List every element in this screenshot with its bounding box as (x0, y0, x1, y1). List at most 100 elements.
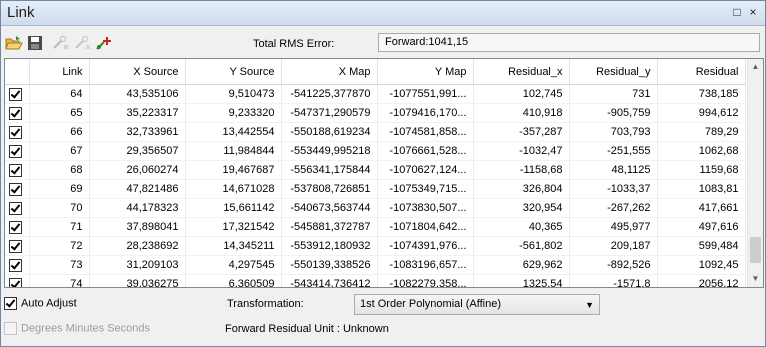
table-cell: -1075349,715... (377, 179, 474, 199)
column-header[interactable]: Residual_x (473, 59, 570, 85)
table-row[interactable]: 74 39,036275 6,360509 -543414,736412 -108227… (5, 274, 746, 287)
table-cell: 14,345211 (185, 236, 282, 256)
row-checkbox[interactable] (9, 201, 22, 215)
column-header[interactable]: Y Source (185, 59, 282, 85)
table-cell: 703,793 (569, 122, 658, 142)
table-cell: 4,297545 (185, 255, 282, 275)
table-cell: 74 (29, 274, 90, 287)
table-cell: -1073830,507... (377, 198, 474, 218)
scroll-down-icon[interactable]: ▼ (748, 271, 763, 286)
table-cell: 73 (29, 255, 90, 275)
scrollbar-thumb[interactable] (750, 237, 761, 263)
add-control-point-icon[interactable] (95, 35, 113, 51)
table-cell: 1092,45 (657, 255, 746, 275)
close-button[interactable]: × (747, 6, 759, 18)
table-cell: -1032,47 (473, 141, 570, 161)
table-cell: -905,759 (569, 103, 658, 123)
table-cell: -1070627,124... (377, 160, 474, 180)
column-header[interactable]: Link (29, 59, 90, 85)
checkbox-icon[interactable] (4, 297, 17, 310)
row-checkbox[interactable] (9, 163, 22, 177)
restore-button[interactable]: □ (731, 6, 743, 18)
column-header[interactable]: Residual (657, 59, 746, 85)
residual-unit-label: Forward Residual Unit : Unknown (225, 323, 389, 335)
table-cell: 29,356507 (89, 141, 186, 161)
table-cell: 32,733961 (89, 122, 186, 142)
row-checkbox[interactable] (9, 258, 22, 272)
delete-all-links-icon[interactable] (73, 35, 91, 51)
table-cell: 2056,12 (657, 274, 746, 287)
table-row[interactable]: 66 32,733961 13,442554 -550188,619234 -10745… (5, 122, 746, 142)
table-cell: 320,954 (473, 198, 570, 218)
table-cell: 994,612 (657, 103, 746, 123)
table-cell: 102,745 (473, 84, 570, 104)
row-checkbox[interactable] (9, 220, 22, 234)
table-cell: 326,804 (473, 179, 570, 199)
table-cell: -1158,68 (473, 160, 570, 180)
row-checkbox-cell (5, 274, 30, 287)
table-row[interactable]: 71 37,898041 17,321542 -545881,372787 -10718… (5, 217, 746, 237)
row-checkbox-cell (5, 84, 30, 104)
table-row[interactable]: 73 31,209103 4,297545 -550139,338526 -108319… (5, 255, 746, 275)
link-table[interactable]: Link X Source Y Source X Map Y Map Resid… (4, 58, 764, 288)
vertical-scrollbar[interactable]: ▲ ▼ (747, 59, 763, 287)
row-checkbox[interactable] (9, 106, 22, 120)
table-cell: 417,661 (657, 198, 746, 218)
header-checkbox (5, 59, 30, 85)
column-header[interactable]: X Source (89, 59, 186, 85)
delete-link-icon[interactable] (51, 35, 69, 51)
row-checkbox[interactable] (9, 239, 22, 253)
column-header[interactable]: Residual_y (569, 59, 658, 85)
row-checkbox-cell (5, 103, 30, 123)
table-cell: 1083,81 (657, 179, 746, 199)
table-cell: -547371,290579 (281, 103, 378, 123)
table-cell: 44,178323 (89, 198, 186, 218)
rms-value-field: Forward:1041,15 (378, 33, 760, 52)
auto-adjust-label: Auto Adjust (21, 297, 77, 310)
table-row[interactable]: 70 44,178323 15,661142 -540673,563744 -10738… (5, 198, 746, 218)
table-cell: 1159,68 (657, 160, 746, 180)
table-cell: 13,442554 (185, 122, 282, 142)
transformation-value: 1st Order Polynomial (Affine) (360, 298, 502, 310)
table-row[interactable]: 68 26,060274 19,467687 -556341,175844 -10706… (5, 160, 746, 180)
row-checkbox-cell (5, 160, 30, 180)
table-cell: 65 (29, 103, 90, 123)
table-cell: 497,616 (657, 217, 746, 237)
row-checkbox-cell (5, 141, 30, 161)
table-cell: 14,671028 (185, 179, 282, 199)
table-row[interactable]: 72 28,238692 14,345211 -553912,180932 -10743… (5, 236, 746, 256)
table-cell: 15,661142 (185, 198, 282, 218)
table-cell: 789,29 (657, 122, 746, 142)
row-checkbox[interactable] (9, 182, 22, 196)
table-cell: 71 (29, 217, 90, 237)
table-cell: 70 (29, 198, 90, 218)
table-cell: -1079416,170... (377, 103, 474, 123)
link-window: Link □ × Total RMS Error: Forward:1041,1… (0, 0, 766, 347)
table-cell: 9,510473 (185, 84, 282, 104)
table-cell: 599,484 (657, 236, 746, 256)
table-cell: 47,821486 (89, 179, 186, 199)
options-panel: Auto Adjust Degrees Minutes Seconds Tran… (1, 290, 765, 346)
table-row[interactable]: 64 43,535106 9,510473 -541225,377870 -107755… (5, 84, 746, 104)
table-cell: 37,898041 (89, 217, 186, 237)
table-cell: 72 (29, 236, 90, 256)
auto-adjust-checkbox[interactable]: Auto Adjust (4, 297, 77, 310)
table-row[interactable]: 67 29,356507 11,984844 -553449,995218 -10766… (5, 141, 746, 161)
table-cell: 31,209103 (89, 255, 186, 275)
column-header[interactable]: X Map (281, 59, 378, 85)
table-cell: 19,467687 (185, 160, 282, 180)
scroll-up-icon[interactable]: ▲ (748, 59, 763, 74)
open-folder-icon[interactable] (5, 35, 23, 51)
column-header[interactable]: Y Map (377, 59, 474, 85)
table-cell: -553449,995218 (281, 141, 378, 161)
table-cell: 35,223317 (89, 103, 186, 123)
save-icon[interactable] (27, 35, 45, 51)
table-row[interactable]: 69 47,821486 14,671028 -537808,726851 -10753… (5, 179, 746, 199)
row-checkbox[interactable] (9, 125, 22, 139)
row-checkbox[interactable] (9, 87, 22, 101)
row-checkbox[interactable] (9, 144, 22, 158)
table-row[interactable]: 65 35,223317 9,233320 -547371,290579 -107941… (5, 103, 746, 123)
table-cell: -541225,377870 (281, 84, 378, 104)
transformation-dropdown[interactable]: 1st Order Polynomial (Affine) ▼ (354, 294, 600, 315)
row-checkbox[interactable] (9, 277, 22, 287)
